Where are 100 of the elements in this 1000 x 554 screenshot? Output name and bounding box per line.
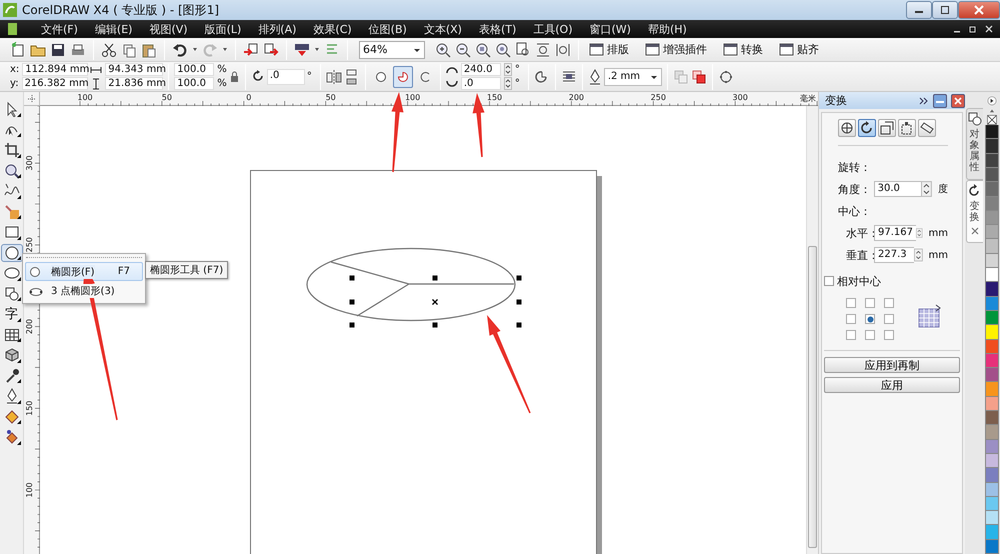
selection-handle[interactable] [516,276,522,280]
color-swatch[interactable] [984,368,998,382]
zoom-all-icon[interactable] [495,42,511,58]
minimize-button[interactable] [906,1,932,19]
transform-mode-button[interactable] [898,119,916,137]
close-button[interactable] [958,1,1000,19]
scale-x-field[interactable]: 100.0 [174,63,214,76]
color-swatch[interactable] [984,340,998,354]
zoom-page-icon[interactable] [515,42,531,58]
anchor-point[interactable] [865,314,875,324]
selection-handle[interactable] [432,276,438,280]
vertical-field[interactable]: 227.3 [874,247,914,263]
zoom-out-icon[interactable] [455,42,471,58]
checkbox[interactable] [824,276,834,286]
menu-item[interactable]: 位图(B) [368,22,407,36]
color-swatch[interactable] [984,325,998,340]
selection-handle[interactable] [432,322,438,328]
zoom-level-dropdown[interactable]: 64% [359,40,425,58]
color-swatch[interactable] [984,139,998,154]
menu-item[interactable]: 视图(V) [149,22,188,36]
menu-item[interactable]: 帮助(H) [648,22,687,36]
maximize-button[interactable] [932,1,958,19]
scissors-icon[interactable] [101,42,117,58]
color-swatch[interactable] [984,154,998,168]
start-angle-field[interactable]: 240.0 [460,63,501,76]
launch-button[interactable]: 贴齐 [776,41,822,58]
color-swatch[interactable] [984,468,998,483]
color-swatch[interactable] [984,125,998,140]
menu-item[interactable]: 表格(T) [478,22,516,36]
selection-handle[interactable] [516,300,522,304]
printer-icon[interactable] [70,42,86,58]
color-swatch[interactable] [984,496,998,512]
apply-button[interactable]: 应用 [824,377,960,393]
to-back-icon[interactable] [690,68,707,84]
x-position-field[interactable]: 112.894 mm [22,63,88,76]
color-swatch[interactable] [984,182,998,197]
spinner-icon[interactable] [504,77,512,90]
selection-handle[interactable] [350,300,354,304]
launcher-icon[interactable] [294,42,310,58]
menu-item[interactable]: 文件(F) [41,22,78,36]
color-swatch[interactable] [984,310,998,326]
color-swatch[interactable] [984,425,998,440]
export-icon[interactable] [263,42,279,58]
lock-icon[interactable] [228,70,240,82]
menu-item[interactable]: 编辑(E) [94,22,132,36]
menu-item[interactable]: 排列(A) [258,22,296,36]
import-icon[interactable] [243,42,259,58]
color-swatch[interactable] [984,440,998,454]
maximize-icon[interactable] [939,5,951,15]
angle-field[interactable]: 30.0 [874,181,922,197]
pie-shape[interactable] [306,248,516,322]
color-swatch[interactable] [984,254,998,268]
color-swatch[interactable] [984,454,998,468]
transform-mode-button[interactable] [838,119,856,137]
menu-item[interactable]: 工具(O) [533,22,572,36]
ellipse-tool-button[interactable] [0,244,22,262]
color-swatch[interactable] [984,210,998,226]
spinner-icon[interactable] [921,181,932,197]
rotation-field[interactable]: .0 [266,68,305,84]
undo-icon[interactable] [172,42,188,58]
color-swatch[interactable] [984,168,998,182]
transform-mode-button[interactable] [918,119,936,137]
zoom-height-icon[interactable] [555,42,571,58]
color-swatch[interactable] [984,282,998,297]
color-swatch[interactable] [984,511,998,526]
color-swatch[interactable] [984,239,998,254]
flyout-menu-item[interactable]: 椭圆形(F) F7 [25,262,143,281]
convert-to-curves-icon[interactable] [718,68,734,84]
color-swatch[interactable] [984,396,998,412]
copy-icon[interactable] [121,42,137,58]
color-swatch[interactable] [984,196,998,211]
color-swatch[interactable] [984,268,998,282]
scrollbar-thumb[interactable] [808,246,817,548]
color-swatch[interactable] [984,525,998,540]
spinner-icon[interactable] [916,225,923,241]
close-button[interactable] [951,94,965,108]
color-swatch[interactable] [984,482,998,497]
docker-tab[interactable]: 对象属性 [966,108,982,180]
mirror-horizontal-icon[interactable] [326,68,342,84]
wrap-text-icon[interactable] [560,68,577,84]
save-icon[interactable] [50,42,66,58]
menu-item[interactable]: 文本(X) [424,22,462,36]
restore-icon[interactable] [968,24,978,34]
selection-handle[interactable] [516,322,522,328]
spinner-icon[interactable] [914,247,923,263]
launch-button[interactable]: 排版 [586,41,632,58]
docker-tab[interactable]: 变换 [966,180,982,243]
text-tool-button[interactable]: 字 [0,305,22,324]
spinner-icon[interactable] [504,63,512,76]
selection-handle[interactable] [350,276,354,280]
launch-button[interactable]: 转换 [720,41,766,58]
menu-item[interactable]: 窗口(W) [590,22,631,36]
color-swatch[interactable] [984,382,998,397]
no-color-icon[interactable] [984,115,998,126]
color-swatch[interactable] [984,540,998,554]
y-position-field[interactable]: 216.382 mm [22,77,88,90]
paste-icon[interactable] [141,42,157,58]
end-angle-field[interactable]: .0 [460,77,501,90]
launch-button[interactable]: 增强插件 [642,41,710,58]
menu-item[interactable]: 版面(L) [204,22,242,36]
